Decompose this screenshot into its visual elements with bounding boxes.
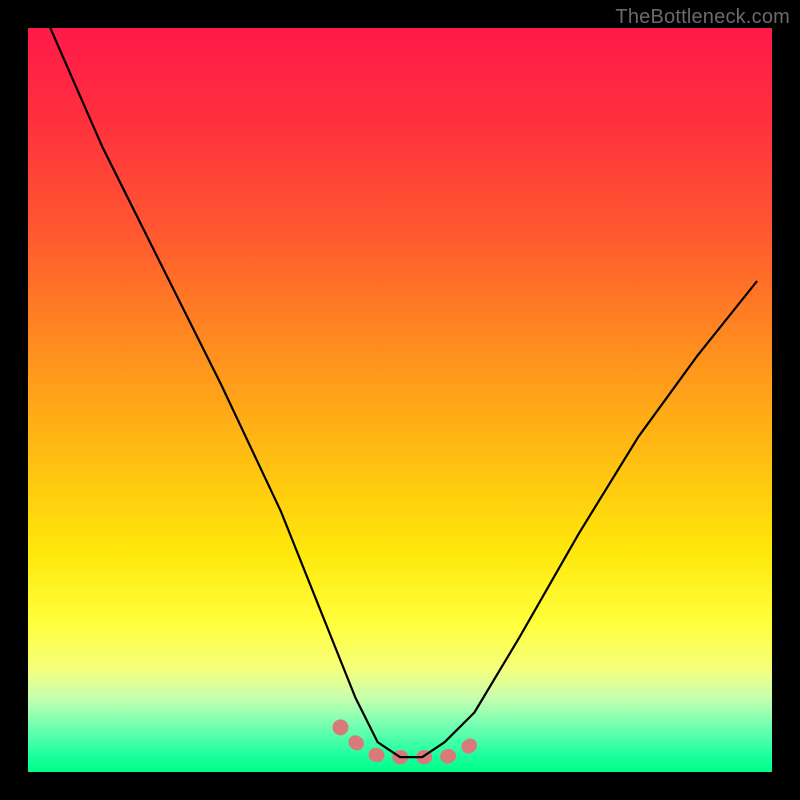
flat-minimum-dotted <box>355 742 474 757</box>
chart-svg <box>28 28 772 772</box>
dot-accent-left <box>333 719 349 735</box>
bottleneck-curve <box>50 28 757 757</box>
chart-plot-area <box>28 28 772 772</box>
watermark-text: TheBottleneck.com <box>615 6 790 29</box>
chart-frame: TheBottleneck.com <box>0 0 800 800</box>
